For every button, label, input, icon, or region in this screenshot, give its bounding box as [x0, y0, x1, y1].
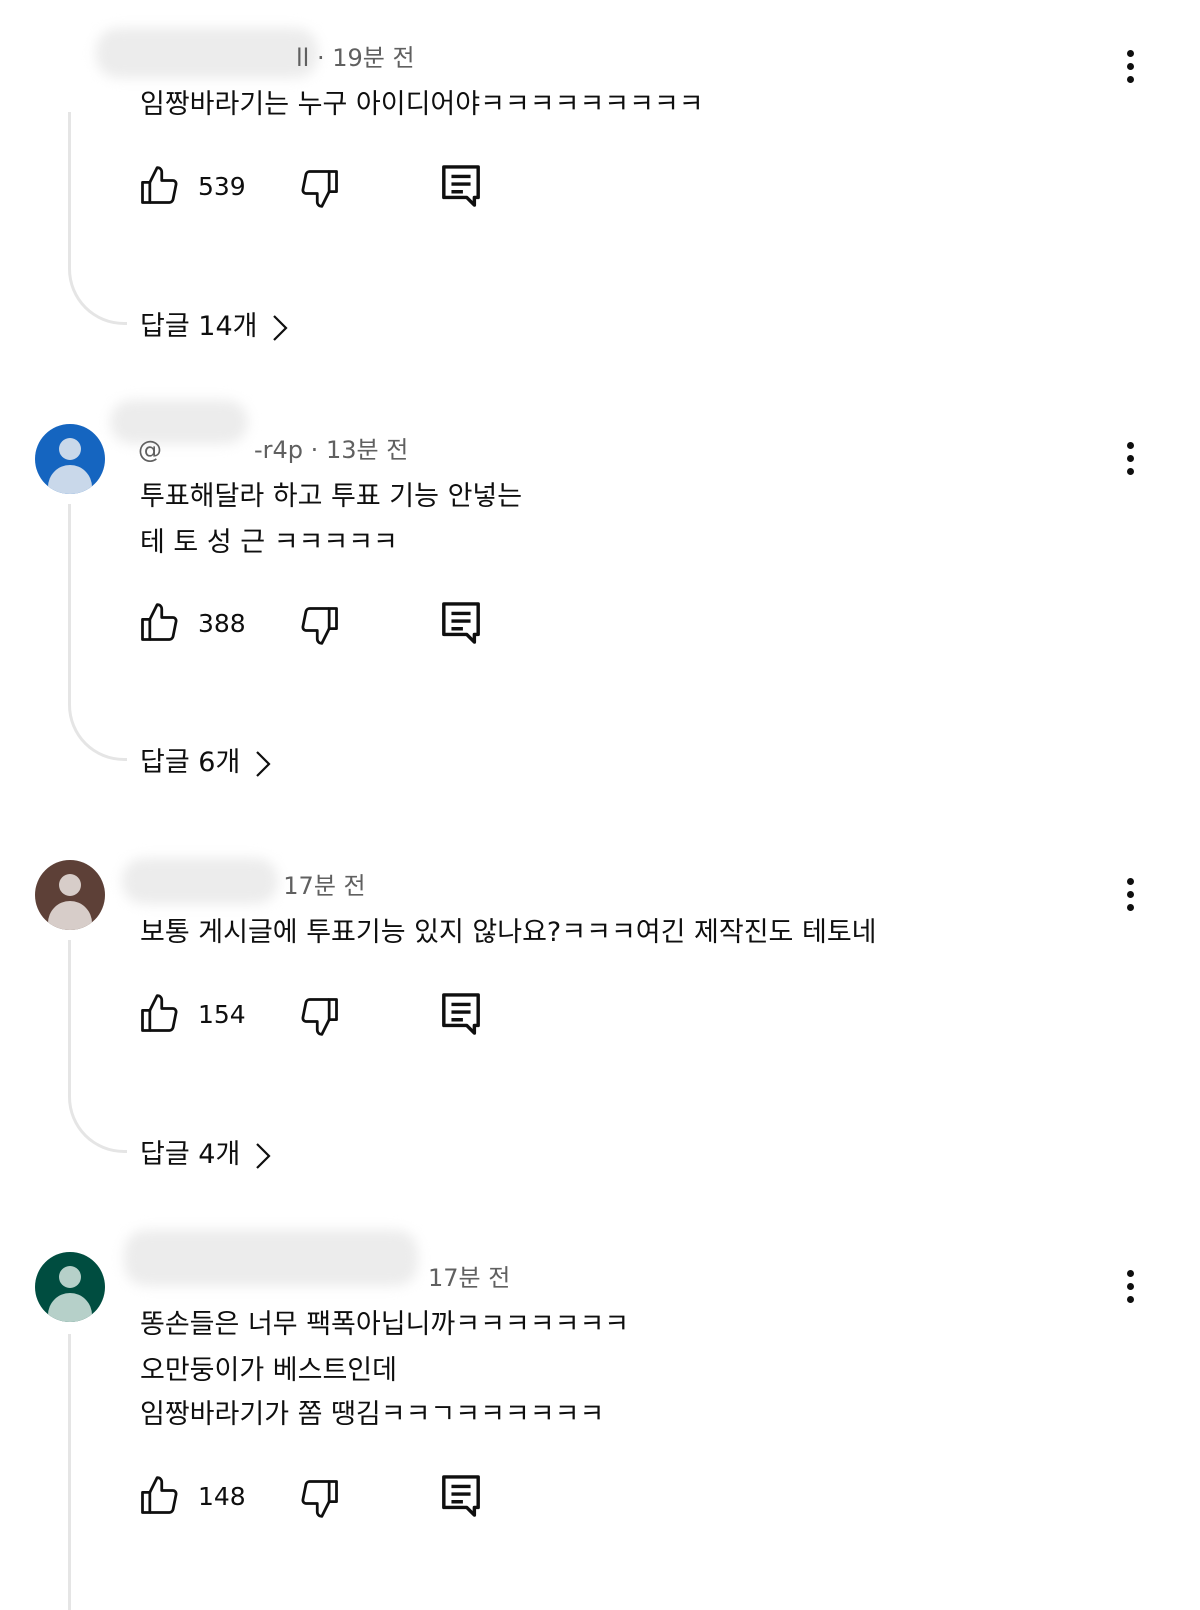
comment-meta: @ -r4p · 13분 전: [138, 430, 408, 465]
meta-separator: ·: [310, 436, 319, 464]
more-vert-icon: [1126, 1270, 1134, 1277]
view-replies-button[interactable]: 답글 6개: [140, 740, 272, 779]
thumbs-up-icon[interactable]: [137, 164, 181, 208]
thumbs-up-icon[interactable]: [137, 992, 181, 1036]
like-count: 539: [198, 172, 246, 201]
more-options-button[interactable]: [1120, 1270, 1140, 1310]
replies-label: 답글 6개: [140, 747, 241, 778]
comment-meta: 17분 전: [428, 1258, 510, 1293]
chevron-right-icon: [273, 314, 289, 341]
thumbs-up-icon[interactable]: [137, 601, 181, 645]
comment-text-line: 임짱바라기가 쫌 땡김ㅋㅋㄱㅋㅋㅋㅋㅋㅋ: [140, 1399, 605, 1430]
like-count: 388: [198, 609, 246, 638]
thumbs-down-icon[interactable]: [298, 1476, 342, 1520]
thumbs-down-icon[interactable]: [298, 603, 342, 647]
thumbs-down-icon[interactable]: [298, 994, 342, 1038]
blurred-username: [122, 858, 278, 904]
username-fragment: ll: [296, 44, 310, 72]
blurred-username: [124, 1230, 418, 1286]
comment-time: 13분 전: [325, 436, 409, 464]
view-replies-button[interactable]: 답글 4개: [140, 1132, 272, 1171]
avatar[interactable]: [35, 1252, 105, 1322]
comment-text-line: 테 토 성 근 ㅋㅋㅋㅋㅋ: [140, 527, 398, 558]
comment-meta: ll · 19분 전: [296, 38, 415, 73]
more-options-button[interactable]: [1120, 442, 1140, 482]
avatar-body: [48, 1293, 92, 1322]
more-vert-icon: [1126, 878, 1134, 885]
comment-meta: · 17분 전: [268, 866, 366, 901]
like-count: 154: [198, 1000, 246, 1029]
reply-button[interactable]: [440, 991, 482, 1037]
reply-button[interactable]: [440, 600, 482, 646]
avatar-head: [59, 874, 81, 896]
reply-button[interactable]: [440, 1473, 482, 1519]
chevron-right-icon: [256, 1142, 271, 1169]
reply-button[interactable]: [440, 163, 482, 209]
avatar-head: [59, 438, 81, 460]
more-options-button[interactable]: [1120, 878, 1140, 918]
avatar-body: [48, 465, 92, 494]
comment-text-line: 보통 게시글에 투표기능 있지 않나요?ㅋㅋㅋ여긴 제작진도 테토네: [140, 917, 877, 948]
replies-label: 답글 14개: [140, 311, 258, 342]
replies-label: 답글 4개: [140, 1139, 241, 1170]
comment-text-line: 똥손들은 너무 팩폭아닙니까ㅋㅋㅋㅋㅋㅋㅋ: [140, 1309, 630, 1340]
avatar-body: [48, 901, 92, 930]
comment-text-line: 오만둥이가 베스트인데: [140, 1355, 397, 1386]
meta-separator: ·: [268, 872, 276, 900]
like-count: 148: [198, 1482, 246, 1511]
comment-time: 19분 전: [332, 44, 415, 72]
comment-time: 17분 전: [428, 1264, 511, 1292]
avatar[interactable]: [35, 860, 105, 930]
comment-text-line: 임짱바라기는 누구 아이디어야ㅋㅋㅋㅋㅋㅋㅋㅋㅋ: [140, 89, 704, 120]
view-replies-button[interactable]: 답글 14개: [140, 304, 289, 343]
thread-connector: [68, 112, 127, 325]
thumbs-down-icon[interactable]: [298, 166, 342, 210]
thread-connector: [68, 504, 127, 761]
thread-connector: [68, 940, 127, 1153]
chevron-right-icon: [256, 750, 271, 777]
thread-connector: [68, 1334, 71, 1610]
more-vert-icon: [1126, 50, 1134, 57]
username-fragment: -r4p: [254, 436, 304, 464]
meta-separator: ·: [316, 44, 325, 72]
more-options-button[interactable]: [1120, 50, 1140, 90]
comment-time: 17분 전: [283, 872, 366, 900]
avatar-head: [59, 1266, 81, 1288]
more-vert-icon: [1126, 442, 1134, 449]
thumbs-up-icon[interactable]: [137, 1474, 181, 1518]
avatar[interactable]: [35, 424, 105, 494]
blurred-username: [96, 28, 318, 78]
comment-text-line: 투표해달라 하고 투표 기능 안넣는: [140, 481, 523, 512]
username-prefix: @: [138, 436, 162, 464]
